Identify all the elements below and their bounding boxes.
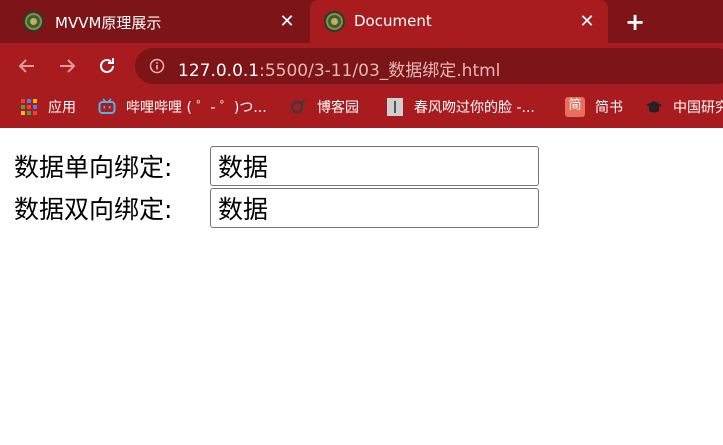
bilibili-icon [98, 98, 116, 114]
address-bar[interactable]: 127.0.0.1:5500/3-11/03_数据绑定.html [135, 48, 723, 84]
bookmark-label: 中国研究 [673, 100, 723, 116]
info-icon[interactable] [149, 58, 165, 74]
cnblogs-icon [290, 99, 306, 114]
tab-title: MVVM原理展示 [55, 14, 162, 32]
two-way-binding-input[interactable] [210, 188, 539, 228]
bookmark-label: 应用 [48, 100, 76, 116]
bookmark-spring-breeze[interactable]: 春风吻过你的脸 -... [386, 89, 535, 125]
site-favicon-icon [324, 11, 345, 32]
bookmark-label: 简书 [595, 100, 623, 116]
bookmark-jianshu[interactable]: 简 简书 [565, 89, 623, 125]
page-icon [387, 98, 403, 116]
tab-strip: MVVM原理展示 ✕ Document ✕ + [0, 0, 723, 43]
url-path: :5500/3-11/03_数据绑定.html [259, 61, 501, 81]
back-button[interactable] [13, 52, 41, 80]
two-way-binding-row: 数据双向绑定: [14, 188, 539, 228]
tab-title: Document [354, 12, 432, 30]
bookmark-label: 哔哩哔哩 ( ゜- ゜)つ... [126, 100, 267, 116]
apps-grid-icon [21, 99, 37, 115]
bookmark-china-research[interactable]: 中国研究 [645, 89, 723, 125]
jianshu-icon: 简 [565, 97, 585, 117]
bookmark-label: 博客园 [317, 100, 359, 116]
toolbar-bottom-edge [0, 125, 723, 128]
reload-icon [100, 58, 114, 73]
back-arrow-icon [18, 59, 34, 73]
new-tab-button[interactable]: + [621, 8, 649, 36]
one-way-binding-label: 数据单向绑定: [14, 153, 173, 182]
bookmark-apps[interactable]: 应用 [20, 89, 76, 125]
bookmark-cnblogs[interactable]: 博客园 [289, 89, 359, 125]
forward-arrow-icon [60, 59, 76, 73]
tab-mvvm[interactable]: MVVM原理展示 ✕ [0, 0, 308, 43]
tab-document[interactable]: Document ✕ [310, 0, 608, 43]
mortarboard-icon [646, 101, 662, 113]
reload-button[interactable] [93, 52, 121, 80]
bookmark-bilibili[interactable]: 哔哩哔哩 ( ゜- ゜)つ... [98, 89, 267, 125]
close-tab-icon[interactable]: ✕ [574, 8, 600, 34]
close-tab-icon[interactable]: ✕ [274, 8, 300, 34]
browser-toolbar: 127.0.0.1:5500/3-11/03_数据绑定.html [0, 43, 723, 89]
bookmarks-bar: 应用 哔哩哔哩 ( ゜- ゜)つ... 博客园 春风吻过你的脸 -... 简 简… [0, 89, 723, 125]
site-favicon-icon [23, 11, 44, 32]
forward-button[interactable] [53, 52, 81, 80]
one-way-binding-input[interactable] [210, 146, 539, 186]
bookmark-label: 春风吻过你的脸 -... [414, 100, 535, 116]
url-host: 127.0.0.1 [178, 61, 260, 81]
url-text[interactable]: 127.0.0.1:5500/3-11/03_数据绑定.html [178, 56, 500, 81]
two-way-binding-label: 数据双向绑定: [14, 195, 173, 224]
one-way-binding-row: 数据单向绑定: [14, 146, 539, 186]
